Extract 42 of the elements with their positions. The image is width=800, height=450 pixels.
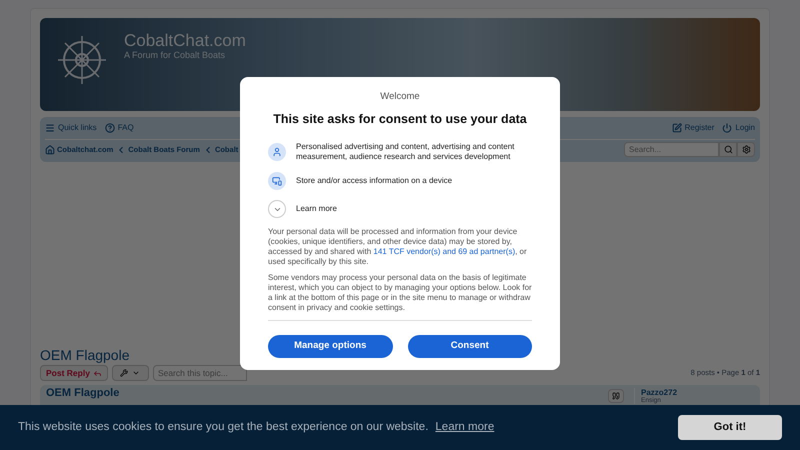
wrench-icon [120,369,128,377]
data-processing-text: Your personal data will be processed and information from your device (cookies, unique identifiers, and other device data) may be stored by, accessed by and shared with 141 TCF vendor(s) and 69 ad partner(s), or used specifically by this site. [268,227,528,267]
tools-button[interactable] [112,365,149,381]
edit-icon [672,123,682,133]
settings-icon [742,145,750,154]
search-field[interactable]: Search... [624,142,719,157]
site-title: CobaltChat.com [124,32,246,49]
cookie-message: This website uses cookies to ensure you get the best experience on our website. [18,420,428,435]
quote-icon [612,392,620,400]
search-button[interactable] [719,142,737,157]
nav-link[interactable]: Login [722,122,755,134]
person-icon [268,143,286,161]
purpose-text: Store and/or access information on a device [296,176,452,186]
settings-button[interactable] [737,142,755,157]
dialog-welcome: Welcome [380,90,420,104]
vendors-link[interactable]: 141 TCF vendor(s) and 69 ad partner(s) [373,247,516,256]
nav-link[interactable]: Register [672,122,714,134]
reply-icon [92,368,102,378]
menu-icon [45,123,55,133]
search-icon [724,145,732,154]
post-title: OEM Flagpole [46,388,120,399]
author-link[interactable]: Pazzo272 [641,388,754,397]
consent-button[interactable]: Consent [408,335,532,358]
legitimate-interest-text: Some vendors may process your personal data on the basis of legitimate interest, which you can object to by managing your options below. Look for a link at the bottom of this page or in the site menu to manage or withdraw consent in privacy and cookie settings. [268,273,532,313]
nav-link[interactable]: FAQ [104,122,134,134]
quote-button[interactable] [608,389,624,403]
caret-icon [132,369,140,377]
got-it-button[interactable]: Got it! [678,415,782,440]
power-icon [722,123,732,133]
learn-more-label: Learn more [296,203,337,215]
dialog-title: This site asks for consent to use your data [273,111,527,128]
cookie-learn-more-link[interactable]: Learn more [435,418,494,436]
nav-link[interactable]: Quick links [45,122,97,134]
site-tagline: A Forum for Cobalt Boats [124,49,226,62]
manage-options-button[interactable]: Manage options [268,335,392,358]
post-reply-button[interactable]: Post Reply [40,365,108,381]
topic-title: OEM Flagpole [40,348,130,362]
purpose-text: Personalised advertising and content, advertising and content measurement, audience research and services development [296,142,516,162]
device-icon [268,172,286,190]
topic-search-field[interactable]: Search this topic... [152,365,247,381]
home-icon [45,144,55,154]
help-icon [104,123,115,133]
